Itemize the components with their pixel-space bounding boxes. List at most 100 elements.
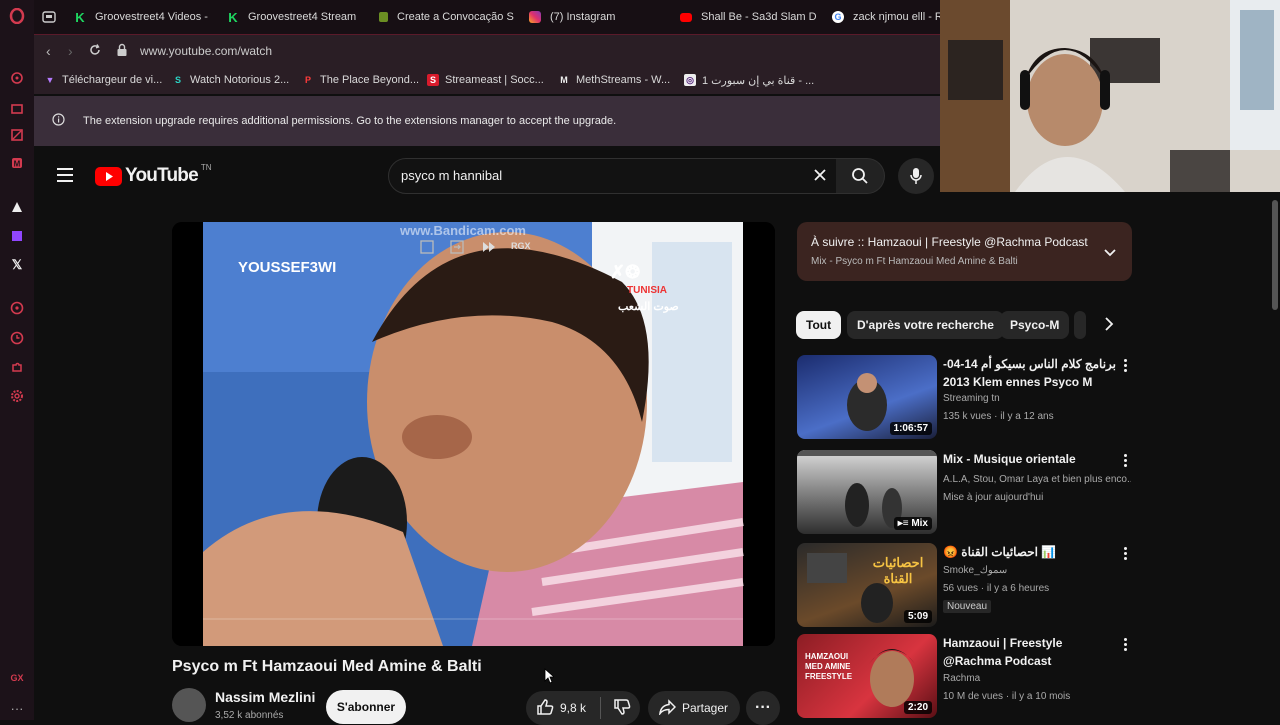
up-next-subtitle: Mix - Psyco m Ft Hamzaoui Med Amine & Ba… bbox=[811, 256, 1018, 267]
like-count[interactable]: 9,8 k bbox=[560, 701, 586, 715]
tab-bar: K Groovestreet4 Videos - K Groovestreet4 S… bbox=[34, 0, 940, 34]
instagram-icon bbox=[529, 11, 541, 23]
bookmark-bein-sport[interactable]: ◎ قناة بي إن سبورت 1 - ... bbox=[684, 66, 814, 94]
forward-icon[interactable]: › bbox=[68, 43, 73, 59]
voice-search-button[interactable] bbox=[898, 158, 934, 194]
video-thumbnail[interactable]: 1:06:57 bbox=[797, 355, 937, 439]
notice-text: The extension upgrade requires additiona… bbox=[83, 115, 617, 127]
cast-icon[interactable] bbox=[450, 240, 464, 259]
more-icon[interactable]: ··· bbox=[9, 700, 25, 716]
video-meta: 10 M de vues · il y a 10 mois bbox=[943, 691, 1071, 702]
settings-gear-icon[interactable] bbox=[9, 388, 25, 404]
search-button[interactable] bbox=[836, 158, 885, 194]
x-twitter-icon[interactable]: 𝕏 bbox=[9, 257, 25, 273]
kebab-menu-icon[interactable] bbox=[1121, 547, 1129, 561]
like-icon[interactable] bbox=[536, 698, 554, 719]
subscribe-button[interactable]: S'abonner bbox=[326, 690, 406, 724]
page-scrollbar[interactable] bbox=[1272, 200, 1278, 310]
tab-instagram[interactable]: (7) Instagram bbox=[529, 0, 669, 34]
list-item[interactable]: HAMZAOUI MED AMINE FREESTYLE 2:20 Hamzao… bbox=[797, 634, 1137, 718]
bookmark-streameast[interactable]: S Streameast | Socc... bbox=[427, 66, 544, 94]
browser-sidebar: M 𝕏 GX ··· bbox=[0, 0, 34, 720]
channel-name: Smoke_سموك bbox=[943, 565, 1008, 576]
messenger-icon[interactable]: M bbox=[9, 155, 25, 171]
extension-notice: The extension upgrade requires additiona… bbox=[34, 96, 940, 146]
channel-name: Streaming tn bbox=[943, 393, 1000, 404]
list-item[interactable]: 1:06:57 برنامج كلام الناس بسيكو أم 14-04… bbox=[797, 355, 1137, 439]
thumbnail-text: احصائيات القناة bbox=[872, 555, 924, 586]
twitch-icon[interactable] bbox=[9, 228, 25, 244]
bookmark-telechargeur[interactable]: ▼ Téléchargeur de vi... bbox=[44, 66, 163, 94]
duration-badge: 1:06:57 bbox=[889, 422, 932, 435]
miniplayer-icon[interactable] bbox=[420, 240, 434, 259]
duration-badge: 2:20 bbox=[903, 701, 932, 714]
search-input[interactable]: psyco m hannibal bbox=[401, 168, 502, 183]
reload-icon[interactable] bbox=[88, 43, 102, 62]
kebab-menu-icon[interactable] bbox=[1121, 359, 1129, 373]
tab-shall-be[interactable]: Shall Be - Sa3d Slam D bbox=[680, 0, 820, 34]
google-icon: G bbox=[832, 11, 844, 23]
search-icon bbox=[852, 168, 868, 184]
channel-name[interactable]: Nassim Mezlini bbox=[215, 689, 315, 705]
channel-name: Rachma bbox=[943, 673, 981, 684]
youtube-logo[interactable]: YouTube TN bbox=[95, 163, 212, 187]
chip-partial[interactable] bbox=[1074, 311, 1086, 339]
tab-zack-njmou[interactable]: Gzack njmou elll - R bbox=[832, 0, 940, 34]
history-icon[interactable] bbox=[9, 330, 25, 346]
workspace-icon[interactable] bbox=[42, 0, 56, 34]
url-field[interactable]: www.youtube.com/watch bbox=[140, 44, 272, 58]
video-overlay-name: YOUSSEF3WI bbox=[238, 259, 337, 276]
video-player[interactable]: www.Bandicam.com YOUSSEF3WI TUNISIA صوت … bbox=[172, 222, 775, 646]
dislike-icon[interactable] bbox=[613, 698, 631, 719]
channel-avatar[interactable] bbox=[172, 688, 206, 722]
kebab-menu-icon[interactable] bbox=[1121, 454, 1129, 468]
mix-badge: ▸≡ Mix bbox=[893, 517, 932, 530]
tab-create-convocacao[interactable]: Create a Convocação S bbox=[379, 0, 519, 34]
channel-name: A.L.A, Stou, Omar Laya et bien plus enco… bbox=[943, 474, 1131, 485]
list-item[interactable]: احصائيات القناة 5:09 😡 احصائيات القناة 📊… bbox=[797, 543, 1137, 627]
chip-recommended[interactable]: D'après votre recherche bbox=[847, 311, 1004, 339]
gx-icon[interactable]: GX bbox=[9, 670, 25, 686]
notes-icon[interactable] bbox=[9, 127, 25, 143]
chevron-down-icon[interactable] bbox=[1103, 245, 1117, 263]
duration-badge: 5:09 bbox=[903, 610, 932, 623]
skip-next-icon[interactable] bbox=[482, 240, 496, 259]
up-next-panel[interactable]: À suivre :: Hamzaoui | Freestyle @Rachma… bbox=[797, 222, 1132, 281]
clear-search-icon[interactable] bbox=[813, 168, 827, 187]
chip-psyco-m[interactable]: Psyco-M bbox=[1000, 311, 1070, 339]
m-icon: M bbox=[560, 75, 568, 85]
video-thumbnail[interactable]: ▸≡ Mix bbox=[797, 450, 937, 534]
chevron-right-icon[interactable] bbox=[1104, 317, 1114, 336]
tab-groovestreet-videos[interactable]: K Groovestreet4 Videos - bbox=[74, 0, 214, 34]
lock-icon[interactable] bbox=[116, 43, 128, 62]
info-icon bbox=[52, 113, 65, 129]
mouse-cursor bbox=[544, 668, 556, 689]
shopping-icon[interactable] bbox=[9, 100, 25, 116]
s-red-icon: S bbox=[427, 74, 439, 86]
menu-hamburger-icon[interactable] bbox=[57, 168, 73, 187]
video-thumbnail[interactable]: HAMZAOUI MED AMINE FREESTYLE 2:20 bbox=[797, 634, 937, 718]
divider bbox=[600, 697, 602, 719]
crypto-wallet-icon[interactable] bbox=[9, 199, 25, 215]
bookmark-watch-notorious[interactable]: S Watch Notorious 2... bbox=[172, 66, 289, 94]
bookmark-place-beyond[interactable]: P The Place Beyond... bbox=[302, 66, 419, 94]
chip-all[interactable]: Tout bbox=[796, 311, 842, 339]
webcam-image bbox=[940, 0, 1280, 192]
player-icon[interactable] bbox=[9, 300, 25, 316]
tab-groovestreet-stream[interactable]: K Groovestreet4 Stream bbox=[227, 0, 372, 34]
youtube-icon bbox=[680, 12, 692, 22]
aria-icon[interactable] bbox=[9, 70, 25, 86]
search-box[interactable]: psyco m hannibal bbox=[388, 158, 838, 194]
video-title: 😡 احصائيات القناة 📊 bbox=[943, 545, 1057, 559]
bein-icon: ◎ bbox=[684, 74, 696, 86]
bookmark-methstreams[interactable]: M MethStreams - W... bbox=[558, 66, 670, 94]
more-horizontal-icon: ··· bbox=[755, 699, 771, 716]
opera-logo-icon[interactable] bbox=[9, 8, 25, 24]
channel-logo-subtext: صوت الشعب bbox=[618, 301, 679, 313]
video-thumbnail[interactable]: احصائيات القناة 5:09 bbox=[797, 543, 937, 627]
extensions-icon[interactable] bbox=[9, 359, 25, 375]
kebab-menu-icon[interactable] bbox=[1121, 638, 1129, 652]
video-title: Psyco m Ft Hamzaoui Med Amine & Balti bbox=[172, 658, 482, 675]
back-icon[interactable]: ‹ bbox=[46, 43, 51, 59]
list-item[interactable]: ▸≡ Mix Mix - Musique orientale A.L.A, St… bbox=[797, 450, 1137, 534]
